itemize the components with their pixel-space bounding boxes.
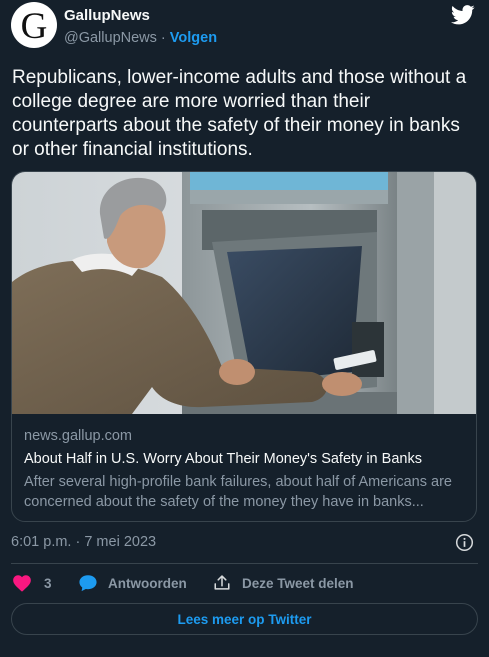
card-title[interactable]: About Half in U.S. Worry About Their Mon… — [24, 451, 464, 470]
avatar-letter: G — [20, 5, 48, 47]
heart-icon — [13, 575, 31, 592]
like-button[interactable]: 3 — [12, 572, 52, 594]
card-image-atm-photo[interactable] — [12, 172, 476, 414]
card-description: After several high-profile bank failures… — [24, 474, 452, 510]
author-handle[interactable]: @GallupNews — [64, 30, 157, 46]
handle-separator: · — [160, 30, 166, 46]
reply-button[interactable]: Antwoorden — [78, 572, 187, 594]
author-display-name[interactable]: GallupNews — [64, 7, 217, 25]
like-count: 3 — [44, 575, 52, 591]
author-names: GallupNews @GallupNews · Volgen — [64, 7, 217, 48]
tweet-timestamp[interactable]: 6:01 p.m. · 7 mei 2023 — [11, 534, 156, 550]
share-button[interactable]: Deze Tweet delen — [213, 572, 354, 594]
embedded-tweet: G GallupNews @GallupNews · Volgen Republ… — [0, 0, 489, 657]
follow-button[interactable]: Volgen — [170, 30, 217, 46]
tweet-actions: 3 Antwoorden Deze Tweet delen — [12, 572, 478, 594]
reply-bubble-icon — [79, 575, 97, 592]
card-domain: news.gallup.com — [24, 428, 132, 444]
twitter-logo-icon[interactable] — [451, 5, 475, 25]
reply-label: Antwoorden — [108, 575, 187, 591]
share-label: Deze Tweet delen — [242, 575, 354, 591]
tweet-text: Republicans, lower-income adults and tho… — [12, 67, 467, 160]
avatar[interactable]: G — [11, 2, 57, 48]
tweet-header: G GallupNews @GallupNews · Volgen — [11, 2, 481, 50]
share-icon — [214, 575, 230, 590]
link-card[interactable]: news.gallup.com About Half in U.S. Worry… — [11, 171, 477, 522]
info-icon[interactable] — [455, 533, 474, 552]
divider — [11, 563, 478, 564]
read-more-button[interactable]: Lees meer op Twitter — [11, 603, 478, 635]
card-body: news.gallup.com About Half in U.S. Worry… — [24, 428, 464, 512]
handle-row: @GallupNews · Volgen — [64, 30, 217, 48]
